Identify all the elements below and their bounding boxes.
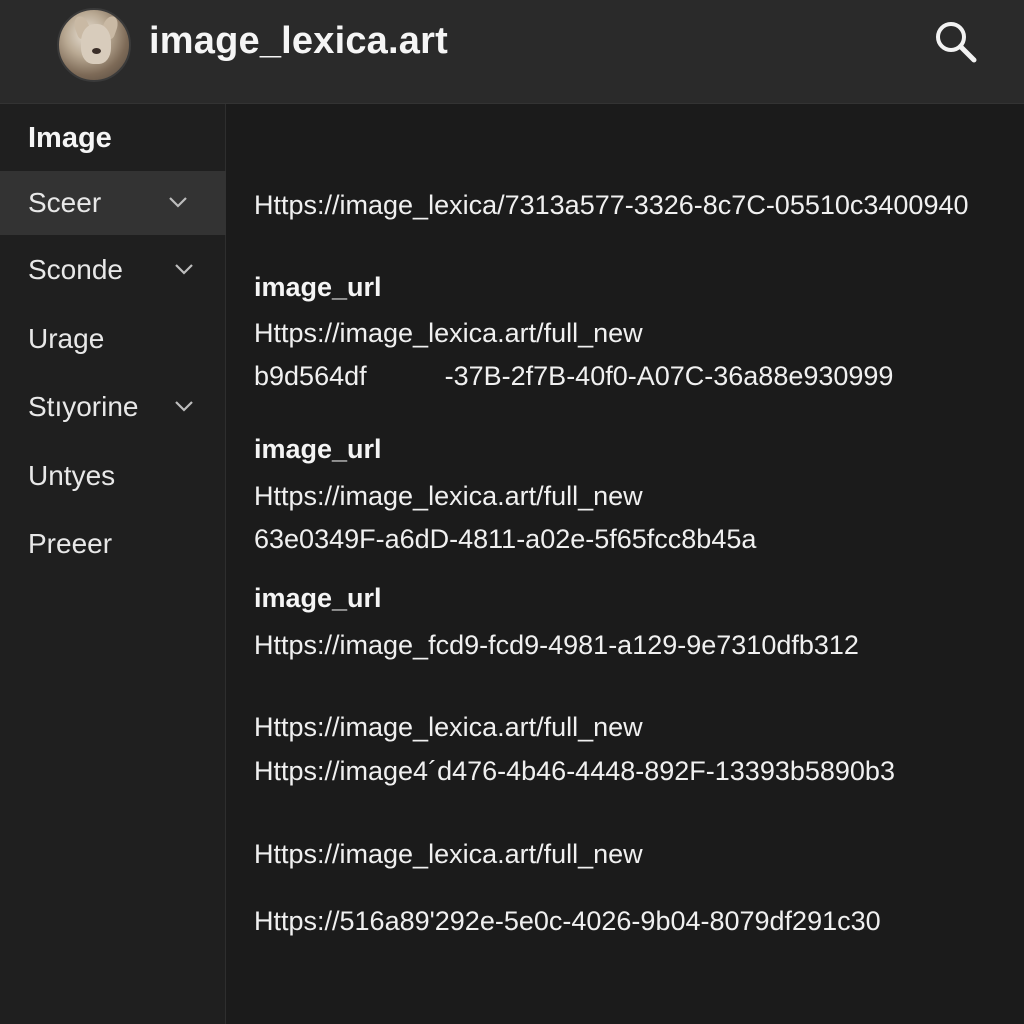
url-text[interactable]: Https://image_lexica/7313a577-3326-8c7C-… (254, 190, 969, 221)
field-label-image-url: image_url (254, 272, 382, 302)
sidebar-item-untyes[interactable]: Untyes (0, 444, 226, 508)
sidebar-item-sconde[interactable]: Sconde (0, 238, 226, 302)
sidebar-item-label: Sceer (28, 187, 102, 218)
field-label-image-url: image_url (254, 583, 382, 613)
top-header: image_lexica.art (0, 0, 1024, 104)
search-icon (936, 22, 977, 63)
sidebar-item-preeer[interactable]: Preeer (0, 512, 226, 576)
field-label-image-url: image_url (254, 434, 382, 464)
url-segment: -37B-2f7B-40f0-A07C-36a88e930999 (444, 361, 894, 391)
avatar-nose (92, 48, 101, 54)
sidebar-item-label: Preeer (28, 528, 113, 559)
sidebar-heading: Image (28, 122, 112, 154)
url-text[interactable]: 63e0349F-a6dD-4811-a02e-5f65fcc8b45a (254, 524, 756, 555)
url-text[interactable]: Https://image_lexica.art/full_new (254, 839, 643, 870)
sidebar: Image Sceer Sconde Urage Stıyorine Untye… (0, 104, 226, 1024)
sidebar-item-label: Untyes (28, 460, 116, 491)
main-content: Https://image_lexica/7313a577-3326-8c7C-… (227, 104, 1024, 1024)
url-text[interactable]: Https://image_lexica.art/full_new (254, 481, 643, 512)
url-text[interactable]: Https://516a89'292e-5e0c-4026-9b04-8079d… (254, 906, 881, 937)
url-segment: b9d564df (254, 361, 367, 391)
sidebar-item-urage[interactable]: Urage (0, 307, 226, 371)
url-text[interactable]: Https://image_lexica.art/full_new (254, 318, 643, 349)
sidebar-item-label: Urage (28, 323, 105, 354)
dog-avatar-icon[interactable] (57, 8, 131, 82)
url-text[interactable]: Https://image4´d476-4b46-4448-892F-13393… (254, 756, 895, 787)
sidebar-item-stiyorine[interactable]: Stıyorine (0, 375, 226, 439)
url-text[interactable]: b9d564df -37B-2f7B-40f0-A07C-36a88e930999 (254, 361, 893, 392)
chevron-down-icon (175, 264, 193, 275)
search-button[interactable] (932, 18, 980, 66)
sidebar-item-label: Stıyorine (28, 391, 139, 422)
sidebar-item-label: Sconde (28, 254, 123, 285)
avatar-face (81, 24, 111, 64)
site-title[interactable]: image_lexica.art (149, 20, 448, 63)
url-text[interactable]: Https://image_fcd9-fcd9-4981-a129-9e7310… (254, 630, 859, 661)
chevron-down-icon (175, 401, 193, 412)
url-text[interactable]: Https://image_lexica.art/full_new (254, 712, 643, 743)
sidebar-item-sceer[interactable]: Sceer (0, 171, 226, 235)
chevron-down-icon (169, 197, 187, 208)
